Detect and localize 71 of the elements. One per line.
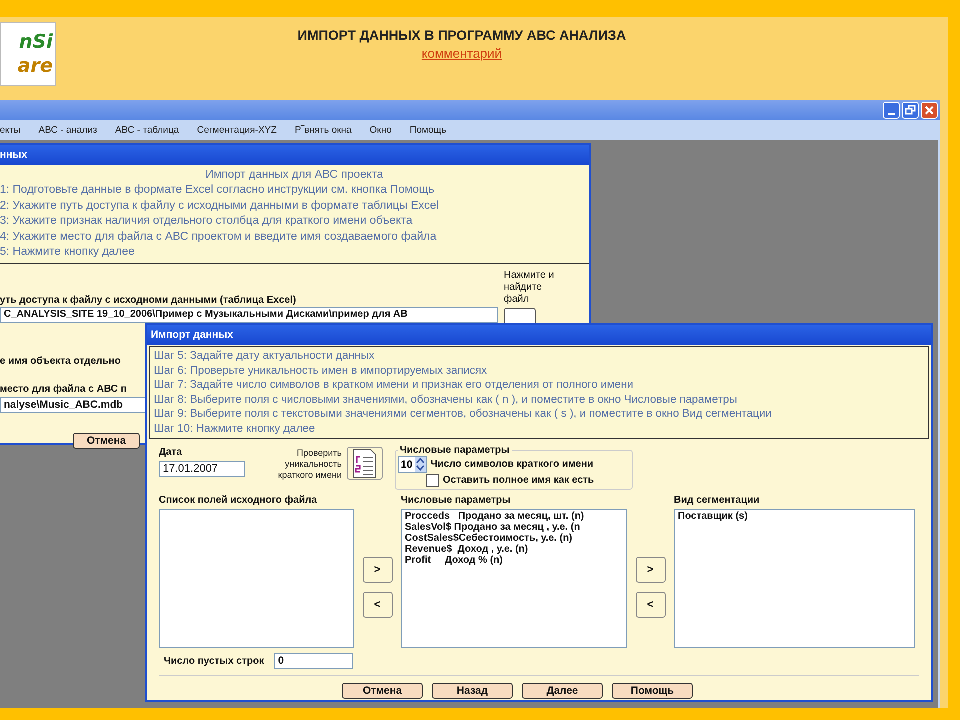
check-button[interactable] — [347, 447, 383, 480]
list-item[interactable]: Поставщик (s) — [678, 511, 911, 522]
project-file-field[interactable]: nalyse\Music_ABC.mdb — [0, 396, 146, 412]
field-label: место для файла с АВС п — [0, 384, 127, 394]
blank-rows-field[interactable]: 0 — [274, 653, 354, 669]
spin-label: Число символов краткого имени — [430, 459, 594, 470]
path-field[interactable]: C_ANALYSIS_SITE 19_10_2006\Пример с Музыкальными Дисками\пример для АВ — [0, 306, 498, 322]
checkbox-label: Оставить полное имя как есть — [443, 475, 594, 486]
menu-item[interactable]: АВС - анализ — [38, 124, 98, 136]
dialog-button[interactable]: Помощь — [612, 683, 693, 699]
check-label: Проверить уникальность краткого имени — [277, 448, 342, 481]
step-text: 5: Нажмите кнопку далее — [0, 245, 136, 260]
list-item[interactable]: CostSales$Себестоимость, у.е. (n) — [405, 533, 623, 544]
group-title: Числовые параметры — [399, 445, 511, 456]
list-item[interactable]: Revenue$ Доход , у.е. (n) — [405, 544, 623, 555]
list-label: Список полей исходного файла — [159, 495, 318, 506]
spin-field[interactable]: 10 — [398, 456, 427, 473]
step-text: Шаг 5: Задайте дату актуальности данных — [154, 349, 376, 364]
close-button[interactable] — [921, 102, 938, 118]
step-text: 4: Укажите место для файла с АВС проектом и введите имя создаваемого файла — [0, 230, 438, 244]
close-icon — [924, 104, 935, 116]
menu-item[interactable]: екты — [0, 124, 21, 136]
step-text: 3: Укажите признак наличия отдельного столбца для краткого имени объекта — [0, 214, 414, 229]
step-text: Шаг 9: Выберите поля с текстовыми значениями сегментов, обозначены как ( s ), и поместите в окно Вид сегментации — [154, 407, 773, 422]
checkbox[interactable] — [426, 474, 439, 487]
browse-button[interactable] — [504, 308, 536, 322]
list-box[interactable]: Поставщик (s) — [674, 509, 915, 648]
step-text: Шаг 6: Проверьте уникальность имен в импортируемых записях — [154, 364, 488, 378]
browse-hint: Нажмите и найдите файл — [504, 270, 556, 306]
dialog-title: Импорт данных — [147, 325, 931, 345]
list-box[interactable]: Procceds Продано за месяц, шт. (n) SalesVol$ Продано за месяц , у.е. (n CostSales$Себестоимость, у.е. (n) Revenue$ Доход , у.е. (n) Profit Доход % (n) — [401, 509, 627, 648]
restore-button[interactable] — [902, 102, 919, 118]
step-text: Шаг 7: Задайте число символов в кратком имени и признак его отделения от полного имени — [154, 378, 635, 392]
numbered-list-icon — [352, 448, 378, 478]
list-label: Числовые параметры — [401, 495, 512, 506]
field-label: Число пустых строк — [164, 656, 264, 666]
list-item[interactable]: Profit Доход % (n) — [405, 555, 623, 566]
step-text: 2: Укажите путь доступа к файлу с исходными данными в формате таблицы Excel — [0, 198, 440, 214]
dialog-button[interactable]: Далее — [522, 683, 603, 699]
instructions-title: Импорт данных для АВС проекта — [204, 168, 384, 183]
list-item[interactable]: SalesVol$ Продано за месяц , у.е. (n — [405, 522, 623, 533]
menu-item[interactable]: Сегментация-XYZ — [197, 124, 277, 136]
page-heading: ИМПОРТ ДАННЫХ В ПРОГРАММУ АВС АНАЛИЗА — [298, 28, 626, 43]
minimize-icon — [888, 112, 895, 114]
date-label: Дата — [159, 447, 184, 458]
list-item[interactable]: Procceds Продано за месяц, шт. (n) — [405, 511, 623, 522]
date-field[interactable]: 17.01.2007 — [159, 461, 245, 477]
dialog-title: нных — [0, 145, 589, 165]
step-text: Шаг 8: Выберите поля с числовыми значениями, обозначены как ( n ), и поместите в окно Числовые параметры — [154, 392, 738, 407]
step-text: 1: Подготовьте данные в формате Excel согласно инструкции см. кнопка Помощь — [0, 183, 436, 198]
logo-text: nSi — [19, 30, 53, 54]
dialog-button[interactable]: Отмена — [342, 683, 423, 699]
move-button[interactable]: > — [362, 557, 392, 583]
field-label: уть доступа к файлу с исходноми данными (таблица Excel) — [0, 294, 298, 306]
move-button[interactable]: > — [636, 557, 666, 583]
restore-icon — [905, 104, 916, 116]
step-text: Шаг 10: Нажмите кнопку далее — [154, 422, 316, 436]
spinner-arrows-icon — [414, 457, 426, 472]
dialog-button[interactable]: Назад — [432, 683, 513, 699]
logo-text: are — [18, 54, 53, 78]
minimize-button[interactable] — [883, 102, 900, 118]
list-label: Вид сегментации — [674, 495, 761, 506]
move-button[interactable]: < — [362, 592, 392, 618]
cancel-button[interactable]: Отмена — [73, 432, 140, 448]
menu-item[interactable]: Окно — [370, 124, 392, 136]
menu-item[interactable]: АВС - таблица — [115, 124, 180, 136]
field-label: е имя объекта отдельно — [0, 356, 121, 366]
menu-item[interactable]: Р‾внять окна — [294, 124, 352, 136]
list-box[interactable] — [159, 509, 354, 648]
move-button[interactable]: < — [636, 592, 666, 618]
menu-item[interactable]: Помощь — [410, 124, 447, 136]
